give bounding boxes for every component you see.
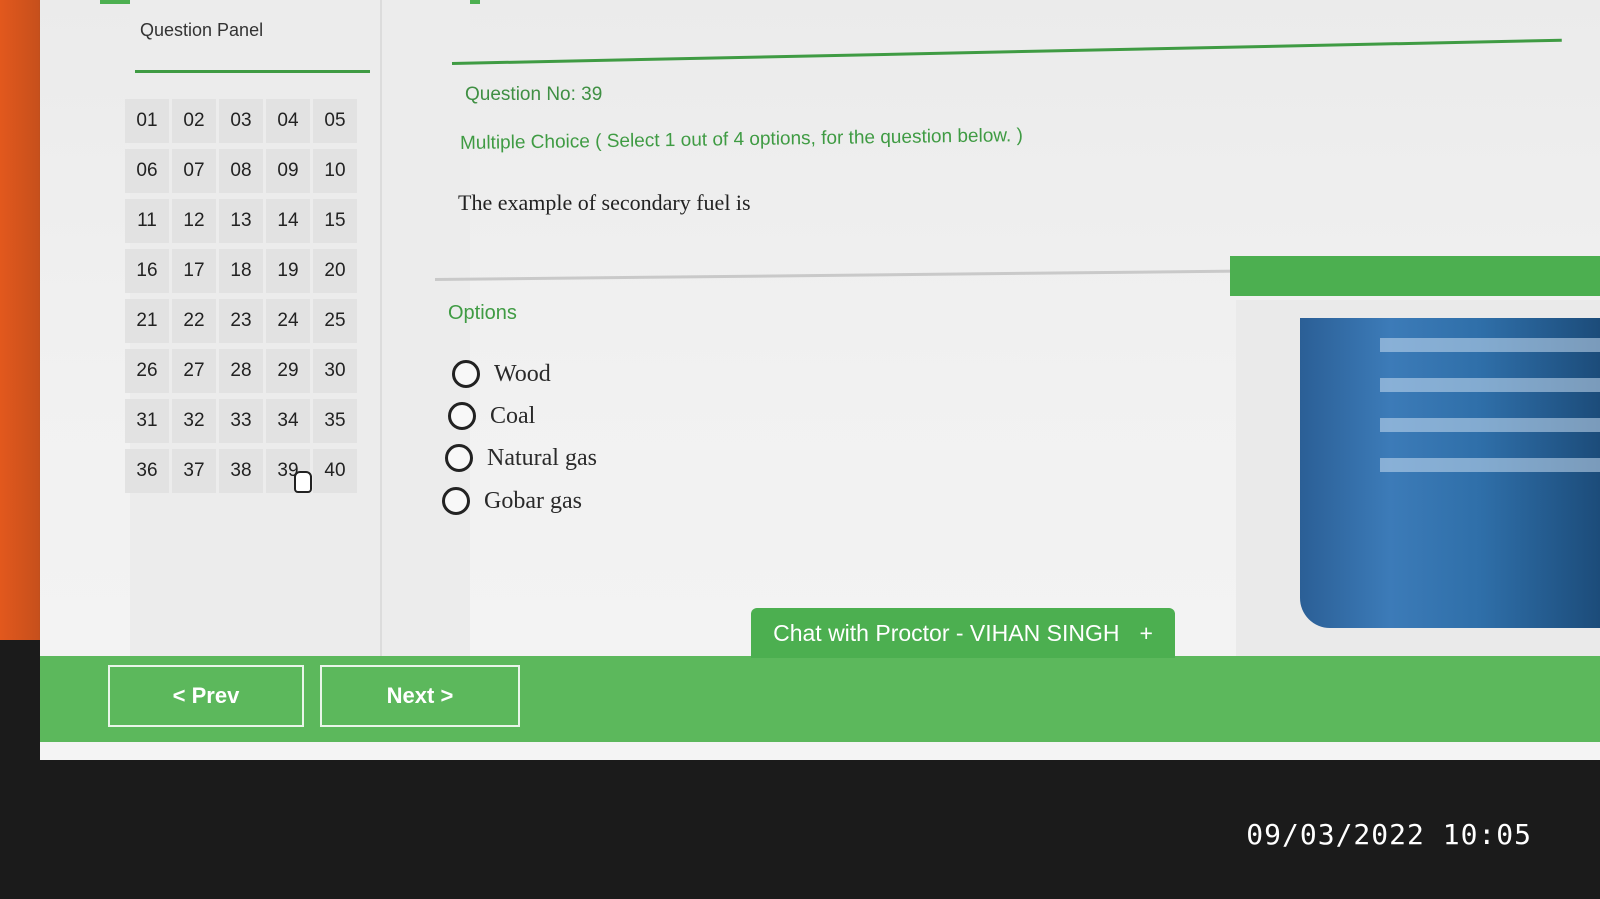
question-number-23[interactable]: 23: [219, 299, 263, 343]
question-number-18[interactable]: 18: [219, 249, 263, 293]
option-coal[interactable]: Coal: [448, 402, 535, 430]
webcam-feed: [1300, 318, 1600, 628]
option-wood[interactable]: Wood: [452, 360, 551, 388]
window-blind: [1380, 378, 1600, 392]
question-number-12[interactable]: 12: [172, 199, 216, 243]
question-number-33[interactable]: 33: [219, 399, 263, 443]
window-blind: [1380, 338, 1600, 352]
question-number-21[interactable]: 21: [125, 299, 169, 343]
question-number-16[interactable]: 16: [125, 249, 169, 293]
question-number-31[interactable]: 31: [125, 399, 169, 443]
question-number-20[interactable]: 20: [313, 249, 357, 293]
question-number-13[interactable]: 13: [219, 199, 263, 243]
option-gobar-gas[interactable]: Gobar gas: [442, 487, 582, 515]
question-number-09[interactable]: 09: [266, 149, 310, 193]
question-number-32[interactable]: 32: [172, 399, 216, 443]
question-number-08[interactable]: 08: [219, 149, 263, 193]
hand-cursor-icon: [294, 471, 312, 493]
chat-label: Chat with Proctor - VIHAN SINGH: [773, 619, 1120, 646]
question-number-34[interactable]: 34: [266, 399, 310, 443]
window-blind: [1380, 418, 1600, 432]
question-number-label: Question No: 39: [465, 84, 603, 105]
question-panel-underline: [135, 70, 370, 73]
question-number-24[interactable]: 24: [266, 299, 310, 343]
question-number-36[interactable]: 36: [125, 449, 169, 493]
question-number-07[interactable]: 07: [172, 149, 216, 193]
question-number-14[interactable]: 14: [266, 199, 310, 243]
option-label: Coal: [490, 402, 536, 429]
question-number-39[interactable]: 39: [266, 449, 312, 493]
exam-screen: Question Panel 01 02 03 04 05 06 07 08 09 10 11 12 1…: [40, 0, 1600, 760]
question-number-29[interactable]: 29: [266, 349, 310, 393]
panel-divider: [380, 0, 382, 660]
option-label: Natural gas: [487, 444, 597, 471]
radio-button[interactable]: [442, 487, 470, 515]
question-number-40[interactable]: 40: [313, 449, 357, 493]
question-panel-title: Question Panel: [140, 20, 264, 40]
radio-button[interactable]: [448, 402, 476, 430]
question-number-22[interactable]: 22: [172, 299, 216, 343]
question-number-10[interactable]: 10: [313, 149, 357, 193]
question-number-11[interactable]: 11: [125, 199, 169, 243]
question-number-02[interactable]: 02: [172, 99, 216, 143]
prev-button[interactable]: < Prev: [108, 665, 304, 727]
question-number-03[interactable]: 03: [219, 99, 263, 143]
next-button[interactable]: Next >: [320, 665, 520, 727]
options-label: Options: [448, 302, 517, 324]
question-number-38[interactable]: 38: [219, 449, 263, 493]
question-number-28[interactable]: 28: [219, 349, 263, 393]
question-number-17[interactable]: 17: [172, 249, 216, 293]
question-number-35[interactable]: 35: [313, 399, 357, 443]
question-number-30[interactable]: 30: [313, 349, 357, 393]
question-number-19[interactable]: 19: [266, 249, 310, 293]
option-natural-gas[interactable]: Natural gas: [445, 444, 597, 472]
question-number-37[interactable]: 37: [172, 449, 216, 493]
question-header-line: [451, 38, 1562, 65]
question-number-25[interactable]: 25: [313, 299, 357, 343]
question-number-06[interactable]: 06: [125, 149, 169, 193]
question-number-grid: 01 02 03 04 05 06 07 08 09 10 11 12 13 14 15 16 17 18 19 20…: [125, 96, 365, 496]
question-number-05[interactable]: 05: [313, 99, 357, 143]
question-type-label: Multiple Choice ( Select 1 out of 4 opti…: [459, 125, 1024, 154]
question-number-04[interactable]: 04: [266, 99, 310, 143]
option-label: Wood: [494, 360, 551, 387]
radio-button[interactable]: [452, 360, 480, 388]
photo-timestamp: 09/03/2022 10:05: [1246, 818, 1532, 851]
plus-icon: +: [1139, 619, 1153, 646]
option-label: Gobar gas: [484, 487, 582, 514]
radio-button[interactable]: [445, 444, 473, 472]
question-number-15[interactable]: 15: [313, 199, 357, 243]
question-number-01[interactable]: 01: [125, 99, 169, 143]
window-blind: [1380, 458, 1600, 472]
chat-with-proctor-button[interactable]: Chat with Proctor - VIHAN SINGH +: [751, 608, 1175, 658]
question-number-26[interactable]: 26: [125, 349, 169, 393]
question-separator: [434, 269, 1235, 281]
question-text: The example of secondary fuel is: [458, 190, 751, 215]
proctor-cam-header: [1230, 256, 1600, 296]
question-number-27[interactable]: 27: [172, 349, 216, 393]
